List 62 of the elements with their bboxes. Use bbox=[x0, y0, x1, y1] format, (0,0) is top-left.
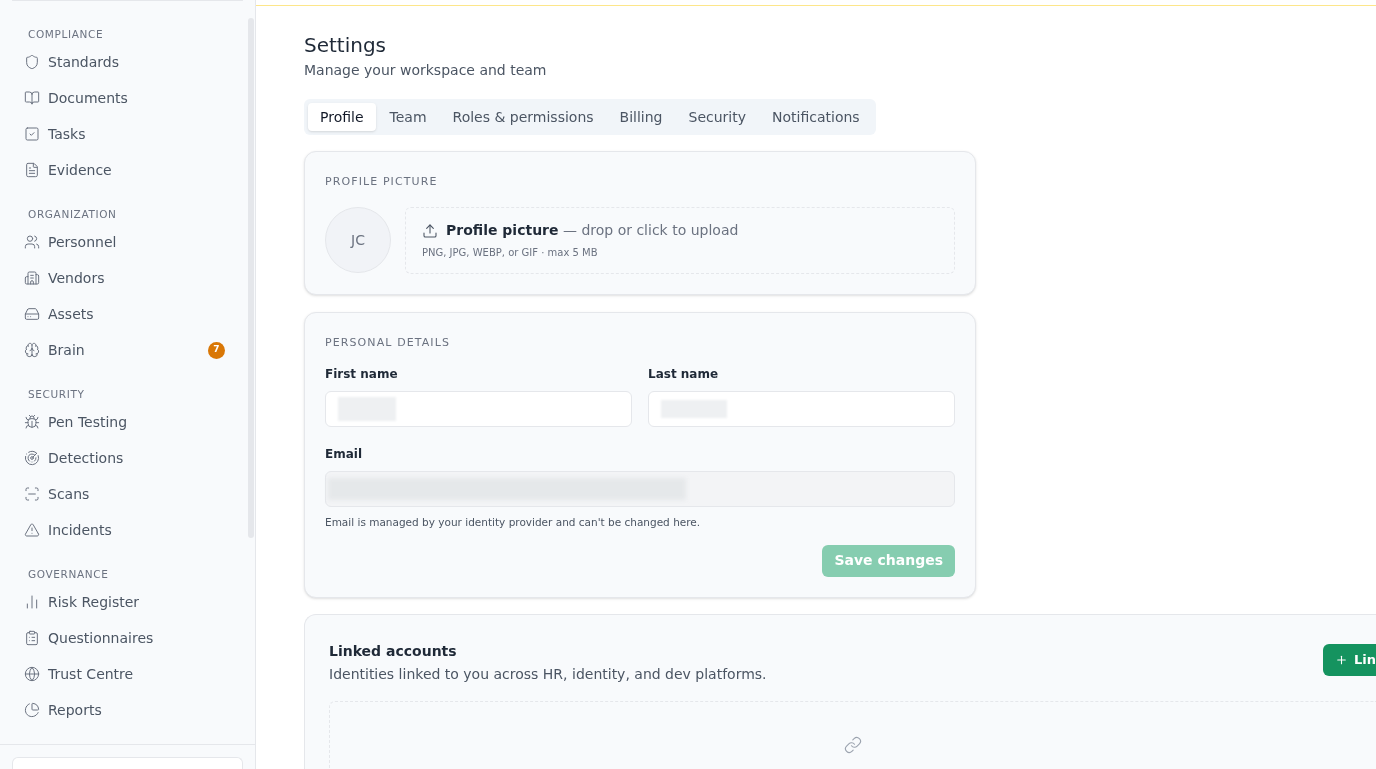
bug-icon bbox=[24, 414, 40, 430]
upload-dropzone[interactable]: Profile picture — drop or click to upload PNG, JPG, WEBP, or GIF · max 5 MB bbox=[405, 206, 955, 274]
sidebar-item[interactable]: Detections bbox=[22, 440, 225, 476]
section-heading: PROFILE PICTURE bbox=[325, 174, 439, 190]
sidebar-item[interactable]: Standards bbox=[22, 44, 225, 80]
sidebar-item[interactable]: Documents bbox=[22, 80, 225, 116]
bar-chart-icon bbox=[24, 594, 40, 610]
field-label: Email bbox=[325, 446, 364, 463]
page-title: Settings bbox=[304, 32, 388, 58]
warning-icon bbox=[24, 522, 40, 538]
sidebar-item[interactable]: Questionnaires bbox=[22, 620, 225, 656]
card-title: Linked accounts bbox=[329, 641, 458, 661]
sidebar-item[interactable]: Brain 7 bbox=[22, 332, 225, 368]
sidebar-item[interactable]: Incidents bbox=[22, 512, 225, 548]
tab[interactable]: Roles & permissions bbox=[440, 103, 606, 131]
pie-chart-icon bbox=[24, 702, 40, 718]
sidebar-item[interactable]: Assets bbox=[22, 296, 225, 332]
building-icon bbox=[24, 270, 40, 286]
document-icon bbox=[24, 162, 40, 178]
section-heading: ORGANIZATION bbox=[27, 207, 118, 222]
brain-icon bbox=[24, 342, 40, 358]
page-subtitle: Manage your workspace and team bbox=[304, 61, 548, 80]
book-icon bbox=[24, 90, 40, 106]
sidebar-item[interactable]: Vendors bbox=[22, 260, 225, 296]
sidebar-item[interactable]: Evidence bbox=[22, 152, 225, 188]
field-label: Last name bbox=[648, 366, 720, 383]
radar-icon bbox=[24, 450, 40, 466]
sidebar-item[interactable]: Trust Centre bbox=[22, 656, 225, 692]
tab[interactable]: Security bbox=[676, 103, 758, 131]
tab[interactable]: Billing bbox=[607, 103, 675, 131]
sidebar-item[interactable]: Tasks bbox=[22, 116, 225, 152]
link-button[interactable]: Lin bbox=[1323, 643, 1376, 676]
scan-icon bbox=[24, 486, 40, 502]
first-name-field[interactable] bbox=[325, 391, 632, 427]
shield-icon bbox=[24, 54, 40, 70]
link-icon bbox=[844, 735, 862, 754]
tab[interactable]: Profile bbox=[308, 103, 376, 131]
tab[interactable]: Notifications bbox=[760, 103, 872, 131]
sidebar-item[interactable]: Scans bbox=[22, 476, 225, 512]
section-heading: PERSONAL DETAILS bbox=[325, 334, 451, 351]
clipboard-icon bbox=[24, 630, 40, 646]
sidebar-item[interactable]: Reports bbox=[22, 692, 225, 728]
people-icon bbox=[24, 234, 40, 250]
upload-icon bbox=[422, 222, 438, 239]
sidebar-item[interactable]: Personnel bbox=[22, 224, 225, 260]
checkbox-icon bbox=[24, 126, 40, 142]
section-heading: COMPLIANCE bbox=[27, 27, 105, 42]
globe-icon bbox=[24, 666, 40, 682]
upload-hint: PNG, JPG, WEBP, or GIF · max 5 MB bbox=[422, 246, 599, 260]
count-badge: 7 bbox=[208, 341, 225, 359]
help-text: Email is managed by your identity provider and can't be changed here. bbox=[325, 515, 702, 530]
upload-label: Profile picture — drop or click to upload bbox=[446, 221, 739, 240]
sidebar-item[interactable]: Pen Testing bbox=[22, 404, 225, 440]
tab[interactable]: Team bbox=[377, 103, 439, 131]
section-heading: SECURITY bbox=[27, 387, 86, 402]
field-label: First name bbox=[325, 366, 399, 383]
drive-icon bbox=[24, 306, 40, 322]
avatar: JC bbox=[325, 207, 391, 273]
card-subtitle: Identities linked to you across HR, identity, and dev platforms. bbox=[329, 664, 768, 684]
section-heading: GOVERNANCE bbox=[27, 567, 110, 582]
sidebar-item[interactable]: Risk Register bbox=[22, 584, 225, 620]
last-name-field[interactable] bbox=[648, 391, 955, 427]
